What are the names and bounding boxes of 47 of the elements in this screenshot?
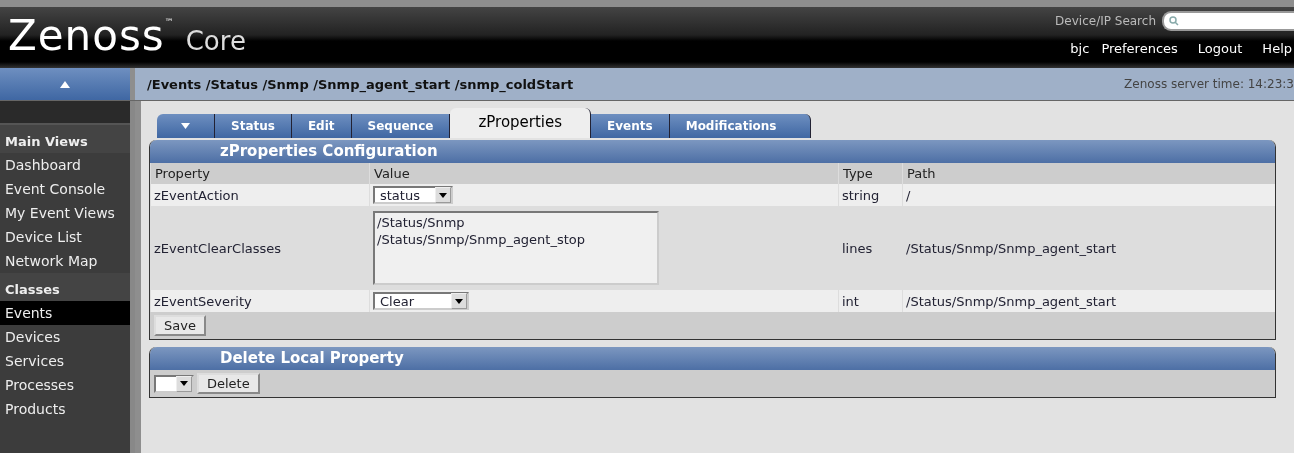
delete-button[interactable]: Delete [197, 373, 260, 394]
breadcrumb: /Events /Status /Snmp /Snmp_agent_start /snmp_coldStart [147, 76, 575, 92]
up-triangle-icon [60, 80, 70, 88]
sidebar-item[interactable]: Services [0, 349, 130, 373]
tab[interactable]: zProperties [450, 108, 592, 138]
caret-icon [181, 123, 190, 129]
panel-title: zProperties Configuration [150, 140, 1275, 163]
search-label: Device/IP Search [1055, 14, 1156, 28]
dropdown[interactable] [154, 374, 194, 393]
tab[interactable]: Modifications [669, 114, 812, 138]
dropdown[interactable]: status [373, 186, 453, 204]
text-area[interactable]: /Status/Snmp /Status/Snmp/Snmp_agent_stop [373, 211, 659, 285]
sidebar-item[interactable]: Event Console [0, 177, 130, 201]
search-icon [1169, 16, 1179, 26]
tab[interactable]: Edit [291, 114, 352, 138]
sidebar-heading: Classes [0, 273, 130, 301]
sidebar-item[interactable]: Dashboard [0, 153, 130, 177]
save-button[interactable]: Save [154, 315, 206, 336]
sidebar-item[interactable]: Processes [0, 373, 130, 397]
sidebar-item[interactable]: My Event Views [0, 201, 130, 225]
caret-icon [180, 381, 188, 386]
table-cell: /Status/Snmp/Snmp_agent_start [902, 290, 1275, 312]
sidebar-item[interactable]: Device List [0, 225, 130, 249]
header-link[interactable]: Help [1262, 41, 1292, 56]
header-link[interactable]: Preferences [1101, 41, 1178, 56]
caret-icon [455, 298, 463, 304]
sidebar-item[interactable]: Events [0, 301, 130, 325]
tab[interactable]: Status [215, 114, 292, 138]
panel-title: Delete Local Property [150, 347, 1275, 370]
sidebar-item[interactable]: Devices [0, 325, 130, 349]
logo: Zenoss [8, 16, 165, 56]
sidebar-item[interactable]: Products [0, 397, 130, 421]
user-name: bjc [1070, 41, 1090, 56]
tab[interactable]: Events [591, 114, 670, 138]
header-link[interactable]: Logout [1197, 41, 1243, 56]
table-cell: zEventSeverity [150, 290, 370, 312]
sidebar-heading: Main Views [0, 125, 130, 153]
table-cell: int [838, 290, 903, 312]
dropdown[interactable]: Clear [373, 292, 469, 310]
sidebar-item[interactable]: Network Map [0, 249, 130, 273]
search-field[interactable] [1162, 11, 1294, 31]
caret-icon [439, 192, 447, 198]
server-time: Zenoss server time: 14:23:3 [1124, 77, 1294, 91]
tab-menu-button[interactable] [157, 114, 215, 138]
product-name: Core [185, 26, 246, 56]
trademark: ™ [164, 17, 174, 27]
tab[interactable]: Sequence [351, 114, 451, 138]
